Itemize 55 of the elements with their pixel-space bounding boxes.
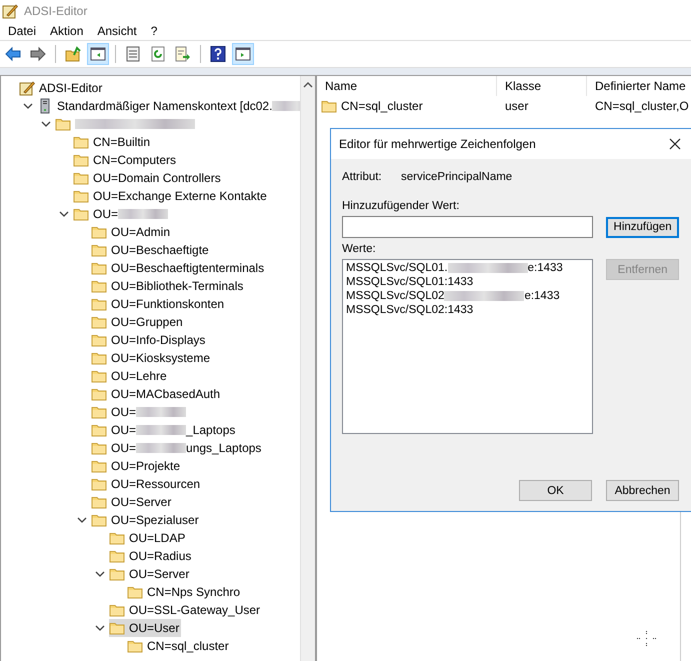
values-list[interactable]: MSSQLSvc/SQL01. e:1433 MSSQLSvc/SQL01:1433 MSSQLSvc/SQL02 e:1433 MSSQLSvc/SQL02:1433 (342, 259, 594, 434)
tree-item[interactable]: OU=LDAP (109, 529, 188, 547)
tree-item[interactable]: OU=Spezialuser (91, 511, 201, 529)
field-label: Hinzuzufügender Wert: (342, 200, 460, 212)
list-item[interactable]: MSSQLSvc/SQL02 e:1433 (346, 289, 590, 303)
window-title: ADSI-Editor (24, 4, 88, 18)
tree-item[interactable]: OU=Server (109, 565, 192, 583)
tree-item[interactable]: OU=Exchange Externe Kontakte (73, 187, 269, 205)
menu-item[interactable]: ? (144, 23, 166, 39)
add-button[interactable]: Hinzufügen (606, 216, 679, 238)
column-header[interactable]: Definierter Name (587, 76, 691, 96)
table-cell-text: user (504, 99, 530, 113)
tree-item[interactable]: Standardmäßiger Namenskontext [dc02. (37, 97, 300, 115)
tree-item[interactable]: OU=Server (91, 493, 174, 511)
attribute-label: Attribut: (342, 171, 383, 183)
tree-item[interactable]: OU=Beschaeftigte (91, 241, 211, 259)
tree-item[interactable]: OU= (73, 205, 170, 223)
tree-item[interactable]: CN=Computers (73, 151, 178, 169)
tree-item[interactable]: OU=Domain Controllers (73, 169, 223, 187)
menu-item[interactable]: Aktion (44, 23, 92, 39)
list-item[interactable]: MSSQLSvc/SQL02:1433 (346, 303, 590, 317)
tree-item[interactable]: OU= (91, 403, 188, 421)
tree-item[interactable]: OU=Ressourcen (91, 475, 202, 493)
tree-item[interactable]: OU=Bibliothek-Terminals (91, 277, 246, 295)
attribute-value: servicePrincipalName (401, 171, 512, 183)
tree-item[interactable]: OU=Kiosksysteme (91, 349, 212, 367)
tree-item[interactable]: OU=Info-Displays (91, 331, 208, 349)
tree-item[interactable]: OU=MACbasedAuth (91, 385, 222, 403)
tree-item[interactable]: OU=Projekte (91, 457, 182, 475)
tree-item[interactable]: OU=Gruppen (91, 313, 185, 331)
tree-item[interactable]: CN=Builtin (73, 133, 152, 151)
tree-item[interactable]: CN=sql_cluster (127, 637, 231, 655)
list-item[interactable]: CN=sql_cluster (317, 98, 497, 114)
cancel-button[interactable]: Abbrechen (606, 480, 679, 501)
dialog-title: Editor für mehrwertige Zeichenfolgen (339, 137, 536, 151)
tree-item[interactable]: OU=Funktionskonten (91, 295, 226, 313)
tree-item[interactable]: OU= ungs_Laptops (91, 439, 264, 457)
table-cell-text: CN=sql_cluster,O (594, 99, 690, 113)
tree-item[interactable]: ADSI-Editor (19, 79, 104, 97)
tree-item[interactable]: OU=Beschaeftigtenterminals (91, 259, 266, 277)
tree-item[interactable]: OU=Admin (91, 223, 172, 241)
list-item[interactable]: MSSQLSvc/SQL01:1433 (346, 275, 590, 289)
field-label: Werte: (342, 243, 377, 255)
tree-item[interactable]: OU=SSL-Gateway_User (109, 601, 262, 619)
tree-item[interactable]: OU=User (109, 619, 182, 637)
tree-item[interactable]: CN=Nps Synchro (127, 583, 242, 601)
menu-item[interactable]: Datei (2, 23, 44, 39)
column-header[interactable]: Name (317, 76, 497, 96)
tree-item[interactable]: OU=Lehre (91, 367, 169, 385)
ok-button[interactable]: OK (519, 480, 592, 501)
list-item[interactable]: MSSQLSvc/SQL01. e:1433 (346, 261, 590, 275)
menu-item[interactable]: Ansicht (91, 23, 145, 39)
column-header[interactable]: Klasse (497, 76, 587, 96)
tree-item[interactable]: OU= _Laptops (91, 421, 238, 439)
tree-item[interactable]: OU=Radius (109, 547, 194, 565)
